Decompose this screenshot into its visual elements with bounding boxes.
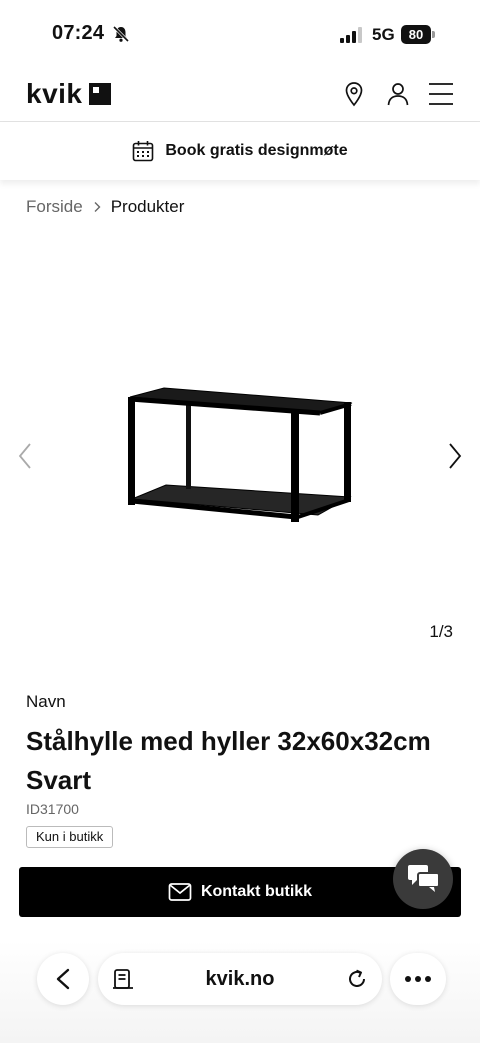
signal-icon bbox=[340, 27, 362, 43]
product-id: ID31700 bbox=[26, 801, 79, 817]
banner-label: Book gratis designmøte bbox=[165, 142, 348, 159]
url-text: kvik.no bbox=[205, 968, 275, 990]
site-header: kvik bbox=[0, 70, 480, 122]
status-bar: 07:24 5G 80 bbox=[0, 0, 480, 70]
bell-muted-icon bbox=[112, 25, 130, 43]
user-icon[interactable] bbox=[385, 81, 411, 107]
logo-mark-icon bbox=[88, 83, 111, 105]
network-type: 5G bbox=[372, 25, 395, 44]
chevron-right-icon bbox=[94, 202, 101, 212]
chat-bubbles-icon bbox=[408, 865, 440, 892]
name-label: Navn bbox=[26, 692, 66, 711]
chat-button[interactable] bbox=[393, 849, 453, 909]
product-title: Stålhylle med hyller 32x60x32cm Svart bbox=[26, 726, 431, 795]
gallery-counter: 1/3 bbox=[429, 622, 453, 641]
battery-icon: 80 bbox=[401, 25, 435, 44]
browser-more-button[interactable] bbox=[390, 953, 446, 1005]
product-gallery: 1/3 bbox=[0, 230, 480, 650]
contact-store-label: Kontakt butikk bbox=[200, 883, 313, 900]
location-icon[interactable] bbox=[341, 81, 367, 107]
browser-toolbar: kvik.no bbox=[0, 940, 480, 1043]
status-time: 07:24 bbox=[52, 22, 105, 44]
calendar-icon bbox=[133, 141, 154, 162]
gallery-prev-arrow[interactable] bbox=[14, 440, 38, 472]
breadcrumb-home-link[interactable]: Forside bbox=[26, 197, 83, 217]
gallery-next-arrow[interactable] bbox=[442, 440, 466, 472]
envelope-icon bbox=[168, 883, 192, 901]
reload-icon[interactable] bbox=[346, 968, 368, 990]
breadcrumb-current: Produkter bbox=[110, 197, 185, 216]
battery-level: 80 bbox=[401, 25, 431, 44]
breadcrumb: Forside Produkter bbox=[26, 197, 184, 217]
availability-badge: Kun i butikk bbox=[26, 826, 114, 848]
kvik-logo[interactable]: kvik bbox=[26, 80, 111, 108]
logo-text: kvik bbox=[26, 78, 83, 109]
address-bar[interactable]: kvik.no bbox=[98, 953, 382, 1005]
menu-icon[interactable] bbox=[428, 81, 454, 107]
chevron-left-icon bbox=[56, 968, 70, 990]
product-image-steel-shelf bbox=[128, 387, 353, 522]
book-design-meeting-banner[interactable]: Book gratis designmøte bbox=[0, 122, 480, 180]
more-dots-icon bbox=[405, 976, 431, 982]
browser-back-button[interactable] bbox=[37, 953, 89, 1005]
